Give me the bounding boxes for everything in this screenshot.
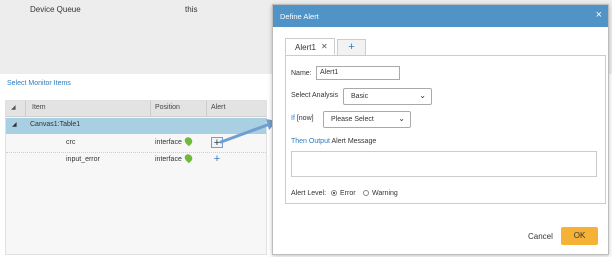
monitor-items-table: ◢ Item Position Alert ◢ Canvas1:Table1 c…	[5, 100, 267, 255]
alert-form: Name: Alert1 Select Analysis Basic ⌄ If …	[285, 55, 606, 204]
cancel-button[interactable]: Cancel	[528, 232, 553, 241]
map-pin-icon[interactable]	[183, 152, 194, 164]
error-label: Error	[340, 190, 356, 197]
group-row[interactable]: ◢ Canvas1:Table1	[6, 118, 266, 134]
monitor-items-title: Select Monitor Items	[7, 80, 71, 87]
radio-error[interactable]	[331, 190, 337, 196]
ok-button[interactable]: OK	[561, 227, 598, 245]
device-queue-value: this	[185, 5, 198, 14]
item-cell: crc	[66, 139, 76, 146]
close-icon[interactable]: ×	[596, 9, 602, 21]
device-queue-label: Device Queue	[30, 5, 81, 14]
name-label: Name:	[291, 70, 312, 77]
column-header-position[interactable]: Position	[155, 104, 180, 111]
alert-message-label: Alert Message	[331, 138, 377, 145]
output-label: Then Output Alert Message	[291, 138, 376, 145]
sort-icon[interactable]: ◢	[11, 104, 16, 111]
define-alert-dialog: Define Alert × Alert1 ✕ + Name: Alert1 S…	[272, 4, 609, 255]
group-label: Canvas1:Table1	[30, 121, 81, 128]
if-link[interactable]: If	[291, 115, 295, 122]
condition-select[interactable]: Please Select ⌄	[323, 111, 411, 128]
radio-warning[interactable]	[363, 190, 369, 196]
dialog-title: Define Alert	[280, 12, 319, 21]
tab-close-icon[interactable]: ✕	[321, 42, 328, 51]
column-divider	[206, 101, 207, 116]
analysis-label: Select Analysis	[291, 92, 339, 99]
item-cell: input_error	[66, 156, 100, 163]
table-row[interactable]: crc interface +	[6, 135, 266, 153]
map-pin-icon[interactable]	[183, 135, 194, 147]
alert-level-label: Alert Level:	[291, 190, 327, 197]
add-alert-button[interactable]: +	[211, 154, 223, 165]
condition-label: If [now]	[291, 115, 314, 122]
column-divider	[25, 101, 26, 116]
analysis-select[interactable]: Basic ⌄	[343, 88, 432, 105]
name-input[interactable]: Alert1	[316, 66, 400, 80]
column-header-alert[interactable]: Alert	[211, 104, 225, 111]
add-tab-button[interactable]: +	[337, 39, 366, 55]
table-row[interactable]: input_error interface +	[6, 152, 266, 169]
table-header: ◢ Item Position Alert	[6, 101, 266, 117]
condition-placeholder: Please Select	[331, 116, 374, 123]
alert-tabs: Alert1 ✕ +	[285, 36, 606, 56]
tab-label: Alert1	[295, 43, 316, 52]
tab-alert1[interactable]: Alert1 ✕	[285, 38, 335, 55]
warning-label: Warning	[372, 190, 398, 197]
column-header-item[interactable]: Item	[32, 104, 46, 111]
column-divider	[150, 101, 151, 116]
then-output-link[interactable]: Then Output	[291, 138, 330, 145]
dialog-header: Define Alert ×	[273, 5, 608, 27]
chevron-down-icon: ⌄	[398, 114, 405, 123]
add-alert-button[interactable]: +	[211, 137, 223, 149]
chevron-down-icon: ⌄	[419, 91, 426, 100]
expand-icon[interactable]: ◢	[12, 121, 17, 128]
position-cell: interface	[155, 139, 182, 146]
analysis-value: Basic	[351, 93, 369, 100]
alert-message-input[interactable]	[291, 151, 597, 177]
if-suffix: [now]	[296, 115, 314, 122]
position-cell: interface	[155, 156, 182, 163]
